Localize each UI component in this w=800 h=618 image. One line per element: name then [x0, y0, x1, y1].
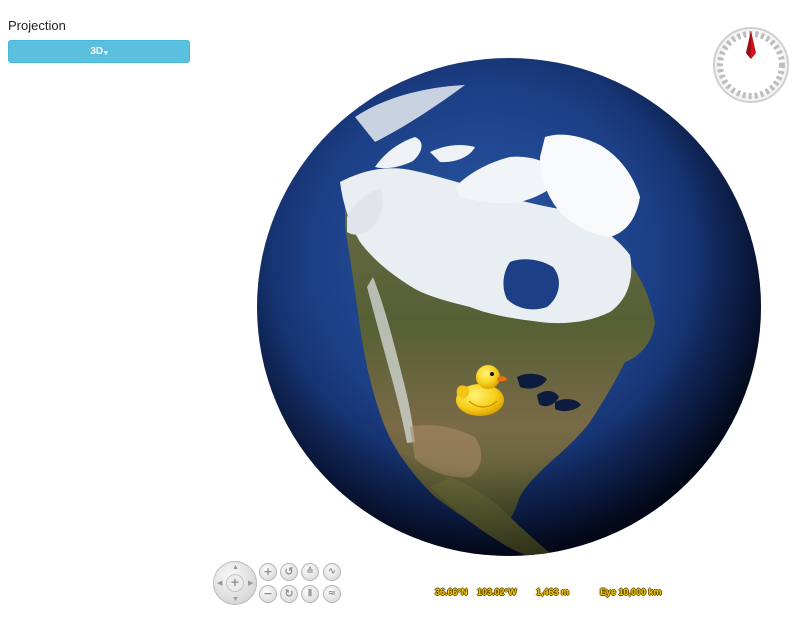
- zoom-out-icon[interactable]: −: [259, 585, 277, 603]
- exaggeration-up-icon[interactable]: ∿: [323, 563, 341, 581]
- globe-canvas[interactable]: [255, 57, 763, 557]
- navigation-controls: ▲ ▼ ◀ ▶ + + − ↺ ↻ ≙ ⦀ ∿ ≈: [213, 560, 353, 608]
- compass[interactable]: [711, 25, 791, 105]
- projection-label: Projection: [8, 18, 66, 33]
- pan-right-arrow[interactable]: ▶: [248, 580, 253, 587]
- worldwind-app: Projection 3D ▾ ▲ ▼ ◀ ▶ + + − ↺ ↻ ≙ ⦀ ∿ …: [0, 0, 800, 618]
- pan-left-arrow[interactable]: ◀: [217, 580, 222, 587]
- pan-up-arrow[interactable]: ▲: [232, 564, 239, 571]
- pan-arrows-icon[interactable]: ▲ ▼ ◀ ▶ +: [213, 561, 257, 605]
- longitude-readout: 103.02°W: [477, 587, 517, 597]
- compass-icon[interactable]: [711, 25, 791, 105]
- rotate-cw-icon[interactable]: ↻: [280, 585, 298, 603]
- zoom-in-icon[interactable]: +: [259, 563, 277, 581]
- rotate-ccw-icon[interactable]: ↺: [280, 563, 298, 581]
- latitude-readout: 36.66°N: [435, 587, 468, 597]
- earth-globe-icon[interactable]: [255, 57, 763, 557]
- elevation-readout: 1,463 m: [536, 587, 570, 597]
- pan-center-plus[interactable]: +: [226, 574, 244, 592]
- eye-altitude-readout: Eye 10,000 km: [600, 587, 662, 597]
- chevron-down-icon: ▾: [104, 49, 108, 57]
- tilt-down-icon[interactable]: ⦀: [301, 585, 319, 603]
- projection-selected-value: 3D: [90, 46, 104, 57]
- projection-dropdown-button[interactable]: 3D ▾: [8, 40, 190, 63]
- exaggeration-down-icon[interactable]: ≈: [323, 585, 341, 603]
- pan-down-arrow[interactable]: ▼: [232, 596, 239, 603]
- tilt-up-icon[interactable]: ≙: [301, 563, 319, 581]
